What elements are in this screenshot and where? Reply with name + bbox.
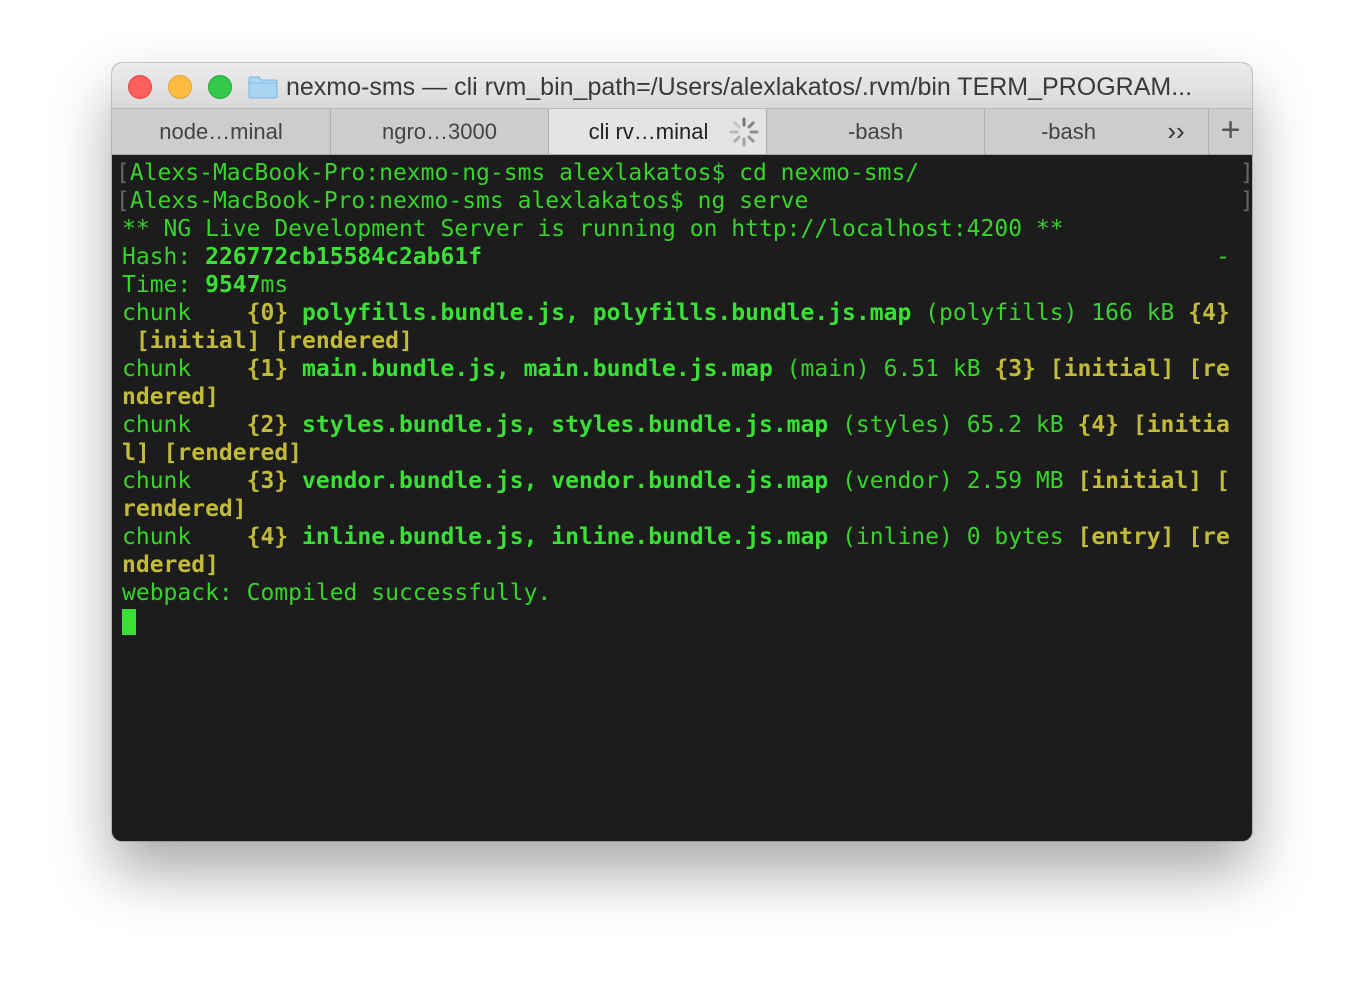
- tab-label: -bash: [1040, 119, 1097, 144]
- chunk-label: chunk: [122, 412, 247, 438]
- chunk-id: {2}: [246, 412, 289, 438]
- new-tab-button[interactable]: +: [1208, 109, 1252, 154]
- chunk-meta: (styles) 65.2 kB: [828, 412, 1078, 438]
- chunk-id: {4}: [246, 524, 289, 550]
- time-line: Time: 9547ms: [122, 271, 288, 299]
- window-title: nexmo-sms — cli rvm_bin_path=/Users/alex…: [286, 73, 1193, 101]
- chunk-line: chunk {0} polyfills.bundle.js, polyfills…: [122, 299, 1230, 327]
- chunk-files: polyfills.bundle.js, polyfills.bundle.js…: [288, 300, 912, 326]
- chunk-parents: {4}: [1077, 412, 1120, 438]
- tab-label: ngro…3000: [382, 119, 497, 144]
- title-bar[interactable]: nexmo-sms — cli rvm_bin_path=/Users/alex…: [112, 63, 1252, 109]
- chunk-id: {0}: [246, 300, 289, 326]
- folder-icon: [248, 76, 278, 99]
- prompt-text: Alexs-MacBook-Pro:nexmo-sms alexlakatos$: [129, 188, 684, 214]
- chunk-flags: [initial] [re: [1035, 356, 1230, 382]
- ng-server-line: ** NG Live Development Server is running…: [122, 216, 1064, 242]
- chunk-flags: [entry] [re: [1077, 524, 1230, 550]
- terminal-cursor: [122, 609, 136, 635]
- tab-cli-terminal-active[interactable]: cli rv…minal: [549, 109, 767, 154]
- tab-node-terminal[interactable]: node…minal: [112, 109, 331, 154]
- chunk-meta: (polyfills) 166 kB: [911, 300, 1189, 326]
- chunk-label: chunk: [122, 524, 247, 550]
- chunk-line: chunk {4} inline.bundle.js, inline.bundl…: [122, 523, 1230, 551]
- webpack-status-line: webpack: Compiled successfully.: [122, 580, 552, 606]
- time-label: Time:: [122, 272, 206, 298]
- chunk-label: chunk: [122, 300, 247, 326]
- chunk-meta: (main) 6.51 kB: [772, 356, 995, 382]
- chunk-label: chunk: [122, 356, 247, 382]
- chunk-flags: [initia: [1119, 412, 1230, 438]
- chunk-line: chunk {3} vendor.bundle.js, vendor.bundl…: [122, 467, 1230, 495]
- chunk-meta: (inline) 0 bytes: [828, 524, 1078, 550]
- tab-label: node…minal: [159, 119, 283, 144]
- time-value: 9547: [205, 272, 261, 298]
- hash-value: 226772cb15584c2ab61f: [205, 244, 483, 270]
- chunk-files: main.bundle.js, main.bundle.js.map: [288, 356, 773, 382]
- chunk-label: chunk: [122, 468, 247, 494]
- close-button[interactable]: [128, 75, 152, 99]
- chunk-parents: {4}: [1188, 300, 1230, 326]
- prompt-text: Alexs-MacBook-Pro:nexmo-ng-sms alexlakat…: [129, 160, 726, 186]
- prompt-line: [Alexs-MacBook-Pro:nexmo-ng-sms alexlaka…: [116, 159, 919, 187]
- chunk-flags: l] [rendered]: [122, 440, 303, 466]
- tab-label: cli rv…minal: [588, 119, 709, 144]
- chunk-flags: [initial] [rendered]: [122, 328, 413, 354]
- prompt-bracket: [: [116, 160, 130, 186]
- edge-dash: -: [1216, 244, 1230, 270]
- chunk-line-wrap: [initial] [rendered]: [122, 327, 413, 355]
- terminal-window: nexmo-sms — cli rvm_bin_path=/Users/alex…: [112, 63, 1252, 841]
- chunk-line-wrap: rendered]: [122, 495, 247, 523]
- chunk-files: styles.bundle.js, styles.bundle.js.map: [288, 412, 829, 438]
- hash-label: Hash:: [122, 244, 206, 270]
- chunk-flags: [initial] [: [1077, 468, 1230, 494]
- chunk-line-wrap: ndered]: [122, 551, 219, 579]
- edge-bracket: ]: [1240, 159, 1252, 187]
- chunk-line-wrap: ndered]: [122, 383, 219, 411]
- zoom-button[interactable]: [208, 75, 232, 99]
- prompt-bracket: [: [116, 188, 130, 214]
- spinner-icon: [729, 117, 759, 147]
- chunk-id: {1}: [246, 356, 289, 382]
- chunk-files: vendor.bundle.js, vendor.bundle.js.map: [288, 468, 829, 494]
- minimize-button[interactable]: [168, 75, 192, 99]
- chunk-line: chunk {2} styles.bundle.js, styles.bundl…: [122, 411, 1230, 439]
- chunk-flags: ndered]: [122, 552, 219, 578]
- tab-bash-1[interactable]: -bash: [767, 109, 985, 154]
- chunk-line: chunk {1} main.bundle.js, main.bundle.js…: [122, 355, 1230, 383]
- tab-bar: node…minal ngro…3000 cli rv…minal -bash …: [112, 109, 1252, 155]
- prompt-line: [Alexs-MacBook-Pro:nexmo-sms alexlakatos…: [116, 187, 808, 215]
- command-text: cd nexmo-sms/: [725, 160, 920, 186]
- tab-ngrok[interactable]: ngro…3000: [331, 109, 549, 154]
- chunk-files: inline.bundle.js, inline.bundle.js.map: [288, 524, 829, 550]
- command-text: ng serve: [683, 188, 809, 214]
- chunk-meta: (vendor) 2.59 MB: [828, 468, 1078, 494]
- chunk-line-wrap: l] [rendered]: [122, 439, 302, 467]
- time-unit: ms: [260, 272, 289, 298]
- terminal-output[interactable]: [Alexs-MacBook-Pro:nexmo-ng-sms alexlaka…: [112, 155, 1252, 841]
- tab-label: -bash: [847, 119, 904, 144]
- edge-bracket: ]: [1240, 187, 1252, 215]
- chunk-parents: {3}: [994, 356, 1036, 382]
- chunk-id: {3}: [246, 468, 289, 494]
- tab-overflow-button[interactable]: ››: [1156, 109, 1196, 154]
- chunk-flags: rendered]: [122, 496, 247, 522]
- hash-line: Hash: 226772cb15584c2ab61f: [122, 243, 482, 271]
- chunk-flags: ndered]: [122, 384, 219, 410]
